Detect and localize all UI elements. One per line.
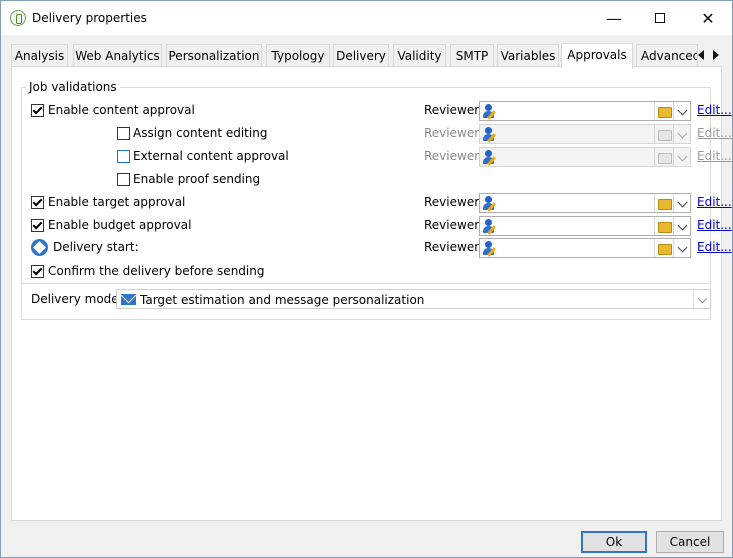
chevron-down-icon[interactable]: [673, 102, 691, 120]
chevron-down-icon[interactable]: [693, 290, 710, 308]
tab-delivery[interactable]: Delivery: [333, 44, 389, 67]
tab-analysis[interactable]: Analysis: [11, 44, 68, 67]
delivery-start-icon: [31, 239, 48, 256]
delivery-mode-value: Target estimation and message personaliz…: [140, 293, 425, 307]
enable-budget-approval-label: Enable budget approval: [48, 218, 192, 232]
enable-proof-sending-label: Enable proof sending: [133, 172, 261, 186]
chevron-down-icon[interactable]: [673, 194, 691, 212]
content-approval-row: Enable content approval Reviewer: Edit..…: [31, 101, 732, 121]
reviewer-label: Reviewer:: [424, 218, 483, 232]
budget-approval-row: Enable budget approval Reviewer: Edit...: [31, 216, 732, 236]
operator-icon: [482, 196, 498, 212]
external-content-approval-label: External content approval: [133, 149, 289, 163]
enable-target-approval-checkbox[interactable]: [31, 196, 44, 209]
editing-reviewer-combo: [479, 124, 691, 144]
proof-sending-row: Enable proof sending: [31, 170, 711, 190]
cancel-button-label: Cancel: [669, 535, 711, 549]
enable-target-approval-label: Enable target approval: [48, 195, 186, 209]
edit-content-reviewer-link[interactable]: Edit...: [697, 103, 732, 117]
delivery-start-label: Delivery start:: [53, 240, 139, 254]
external-reviewer-combo: [479, 147, 691, 167]
operator-icon: [482, 127, 498, 143]
envelope-icon: [121, 294, 136, 305]
operator-icon: [482, 241, 498, 257]
folder-icon: [654, 125, 672, 143]
tab-personalization[interactable]: Personalization: [166, 44, 262, 67]
tab-typology[interactable]: Typology: [266, 44, 330, 67]
folder-icon: [654, 148, 672, 166]
chevron-down-icon[interactable]: [673, 217, 691, 235]
chevron-down-icon: [673, 148, 691, 166]
external-approval-row: External content approval Reviewer: Edit…: [31, 147, 732, 167]
ok-button[interactable]: Ok: [581, 531, 647, 553]
content-editing-row: Assign content editing Reviewer: Edit...: [31, 124, 732, 144]
maximize-button[interactable]: [637, 1, 683, 35]
chevron-down-icon: [673, 125, 691, 143]
budget-reviewer-combo[interactable]: [479, 216, 691, 236]
content-reviewer-combo[interactable]: [479, 101, 691, 121]
edit-budget-reviewer-link[interactable]: Edit...: [697, 218, 732, 232]
enable-content-approval-checkbox[interactable]: [31, 104, 44, 117]
title-bar: Delivery properties — ✕: [1, 1, 732, 35]
target-approval-row: Enable target approval Reviewer: Edit...: [31, 193, 732, 213]
confirm-delivery-checkbox[interactable]: [31, 265, 44, 278]
chevron-down-icon[interactable]: [673, 239, 691, 257]
delivery-mode-row: Delivery mode: Target estimation and mes…: [31, 289, 711, 309]
close-icon: ✕: [701, 8, 715, 28]
separator: [21, 283, 711, 284]
folder-icon[interactable]: [654, 194, 672, 212]
delivery-start-row: Delivery start: Reviewer: Edit...: [31, 238, 732, 258]
enable-budget-approval-checkbox[interactable]: [31, 219, 44, 232]
folder-icon[interactable]: [654, 239, 672, 257]
edit-editing-reviewer-link: Edit...: [697, 126, 732, 140]
tab-scroll-left-icon[interactable]: [698, 50, 704, 60]
app-icon: [10, 10, 26, 26]
tab-web-analytics[interactable]: Web Analytics: [73, 44, 162, 67]
reviewer-label: Reviewer:: [424, 149, 483, 163]
edit-delivery-start-reviewer-link[interactable]: Edit...: [697, 240, 732, 254]
reviewer-label: Reviewer:: [424, 126, 483, 140]
edit-target-reviewer-link[interactable]: Edit...: [697, 195, 732, 209]
assign-content-editing-label: Assign content editing: [133, 126, 268, 140]
folder-icon[interactable]: [654, 217, 672, 235]
delivery-mode-label: Delivery mode:: [31, 292, 123, 306]
tab-advanced[interactable]: Advanced: [636, 44, 698, 67]
tab-approvals[interactable]: Approvals: [561, 43, 633, 69]
job-validations-legend: Job validations: [26, 80, 120, 94]
confirm-delivery-row: Confirm the delivery before sending: [31, 262, 711, 282]
delivery-start-reviewer-combo[interactable]: [479, 238, 691, 258]
edit-external-reviewer-link: Edit...: [697, 149, 732, 163]
close-button[interactable]: ✕: [685, 1, 731, 35]
enable-content-approval-label: Enable content approval: [48, 103, 195, 117]
ok-button-label: Ok: [605, 535, 623, 549]
minimize-icon: —: [606, 8, 622, 28]
confirm-delivery-label: Confirm the delivery before sending: [48, 264, 265, 278]
operator-icon: [482, 219, 498, 235]
folder-icon[interactable]: [654, 102, 672, 120]
maximize-icon: [655, 13, 665, 23]
operator-icon: [482, 104, 498, 120]
tab-validity[interactable]: Validity: [393, 44, 446, 67]
enable-proof-sending-checkbox[interactable]: [117, 173, 130, 186]
tab-strip: Analysis Web Analytics Personalization T…: [11, 43, 724, 69]
tab-smtp[interactable]: SMTP: [450, 44, 494, 67]
target-reviewer-combo[interactable]: [479, 193, 691, 213]
tab-variables[interactable]: Variables: [497, 44, 559, 67]
reviewer-label: Reviewer:: [424, 103, 483, 117]
delivery-properties-window: Delivery properties — ✕ Analysis Web Ana…: [0, 0, 733, 558]
reviewer-label: Reviewer:: [424, 195, 483, 209]
external-content-approval-checkbox[interactable]: [117, 150, 130, 163]
tab-scroll-right-icon[interactable]: [713, 50, 719, 60]
window-title: Delivery properties: [32, 11, 147, 25]
minimize-button[interactable]: —: [591, 1, 637, 35]
assign-content-editing-checkbox[interactable]: [117, 127, 130, 140]
delivery-mode-select[interactable]: Target estimation and message personaliz…: [116, 289, 711, 309]
approvals-panel: Job validations Enable content approval …: [11, 66, 732, 521]
cancel-button[interactable]: Cancel: [656, 531, 724, 553]
operator-icon: [482, 150, 498, 166]
reviewer-label: Reviewer:: [424, 240, 483, 254]
